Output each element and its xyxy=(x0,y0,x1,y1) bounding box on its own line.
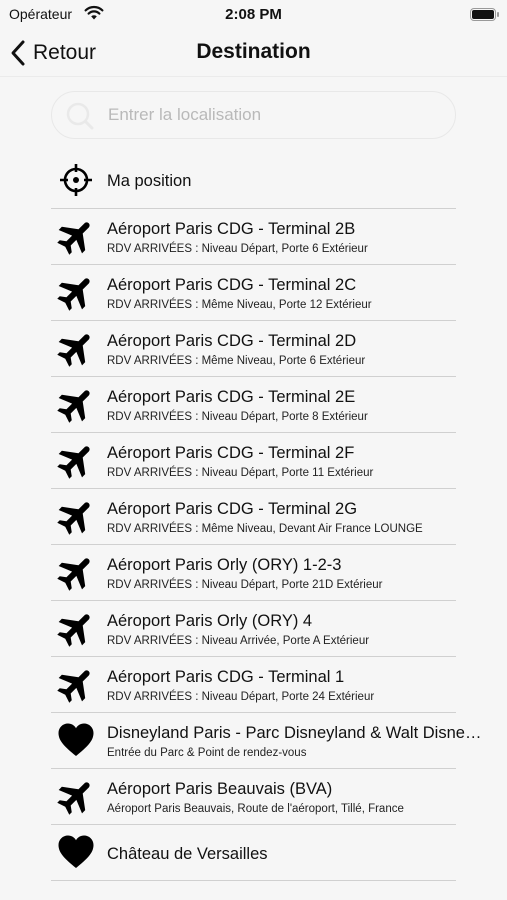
list-item-subtitle: Aéroport Paris Beauvais, Route de l'aéro… xyxy=(107,803,404,815)
list-item-subtitle: RDV ARRIVÉES : Même Niveau, Porte 12 Ext… xyxy=(107,299,372,311)
current-position-row[interactable]: Ma position xyxy=(51,155,456,209)
list-item-title: Aéroport Paris Orly (ORY) 4 xyxy=(107,612,313,630)
current-position-label: Ma position xyxy=(107,172,192,190)
list-item-subtitle: RDV ARRIVÉES : Niveau Arrivée, Porte A E… xyxy=(107,635,370,647)
clock: 2:08 PM xyxy=(225,6,282,23)
airplane-icon xyxy=(57,609,95,647)
page-title: Destination xyxy=(196,40,311,63)
list-item-subtitle: RDV ARRIVÉES : Même Niveau, Porte 6 Exté… xyxy=(107,355,366,367)
list-item-subtitle: RDV ARRIVÉES : Niveau Départ, Porte 24 E… xyxy=(107,691,375,703)
list-item-title: Aéroport Paris CDG - Terminal 2E xyxy=(107,388,356,406)
list-item[interactable]: Aéroport Paris CDG - Terminal 2G RDV ARRI… xyxy=(51,489,456,545)
list-item[interactable]: Aéroport Paris Beauvais (BVA) Aéroport Pa… xyxy=(51,769,456,825)
airplane-icon xyxy=(57,497,95,535)
list-item[interactable]: Aéroport Paris Orly (ORY) 4 RDV ARRIVÉES … xyxy=(51,601,456,657)
airplane-icon xyxy=(57,553,95,591)
list-item[interactable]: Aéroport Paris CDG - Terminal 2E RDV ARRI… xyxy=(51,377,456,433)
list-item[interactable]: Aéroport Paris CDG - Terminal 2C RDV ARRI… xyxy=(51,265,456,321)
list-item[interactable]: Aéroport Paris CDG - Terminal 2B RDV ARRI… xyxy=(51,209,456,265)
destination-list: Ma position Aéroport Paris CDG - Termina… xyxy=(51,155,507,881)
list-item[interactable]: Disneyland Paris - Parc Disneyland & Wal… xyxy=(51,713,481,769)
search-input[interactable] xyxy=(108,92,438,138)
crosshair-icon xyxy=(60,164,92,196)
list-item-title: Aéroport Paris Orly (ORY) 1-2-3 xyxy=(107,556,342,574)
list-item-title: Disneyland Paris - Parc Disneyland & Wal… xyxy=(107,724,482,742)
list-item-title: Aéroport Paris CDG - Terminal 1 xyxy=(107,668,345,686)
battery-icon xyxy=(470,8,499,21)
list-item[interactable]: Aéroport Paris CDG - Terminal 2D RDV ARRI… xyxy=(51,321,456,377)
airplane-icon xyxy=(57,385,95,423)
airplane-icon xyxy=(57,329,95,367)
airplane-icon xyxy=(57,665,95,703)
status-bar: Opérateur 2:08 PM xyxy=(0,0,507,30)
heart-icon xyxy=(58,835,94,868)
list-item-title: Aéroport Paris CDG - Terminal 2F xyxy=(107,444,355,462)
list-item-title: Château de Versailles xyxy=(107,845,268,863)
list-item-title: Aéroport Paris Beauvais (BVA) xyxy=(107,780,333,798)
list-item-subtitle: Entrée du Parc & Point de rendez-vous xyxy=(107,747,307,759)
list-item-subtitle: RDV ARRIVÉES : Niveau Départ, Porte 21D … xyxy=(107,579,383,591)
search-bar[interactable] xyxy=(51,91,456,139)
list-item-title: Aéroport Paris CDG - Terminal 2B xyxy=(107,220,356,238)
list-item[interactable]: Aéroport Paris CDG - Terminal 2F RDV ARRI… xyxy=(51,433,456,489)
list-item[interactable]: Aéroport Paris CDG - Terminal 1 RDV ARRIV… xyxy=(51,657,456,713)
heart-icon xyxy=(58,723,94,756)
airplane-icon xyxy=(57,441,95,479)
airplane-icon xyxy=(57,273,95,311)
search-icon xyxy=(66,102,94,130)
navigation-bar: Retour Destination xyxy=(0,30,507,77)
airplane-icon xyxy=(57,217,95,255)
list-item[interactable]: Château de Versailles xyxy=(51,825,456,881)
list-item-title: Aéroport Paris CDG - Terminal 2G xyxy=(107,500,358,518)
list-item-subtitle: RDV ARRIVÉES : Même Niveau, Devant Air F… xyxy=(107,523,423,535)
list-item-subtitle: RDV ARRIVÉES : Niveau Départ, Porte 6 Ex… xyxy=(107,243,368,255)
list-item[interactable]: Aéroport Paris Orly (ORY) 1-2-3 RDV ARRIV… xyxy=(51,545,456,601)
airplane-icon xyxy=(57,777,95,815)
list-item-title: Aéroport Paris CDG - Terminal 2C xyxy=(107,276,357,294)
list-item-title: Aéroport Paris CDG - Terminal 2D xyxy=(107,332,357,350)
list-item-subtitle: RDV ARRIVÉES : Niveau Départ, Porte 8 Ex… xyxy=(107,411,368,423)
list-item-subtitle: RDV ARRIVÉES : Niveau Départ, Porte 11 E… xyxy=(107,467,374,479)
